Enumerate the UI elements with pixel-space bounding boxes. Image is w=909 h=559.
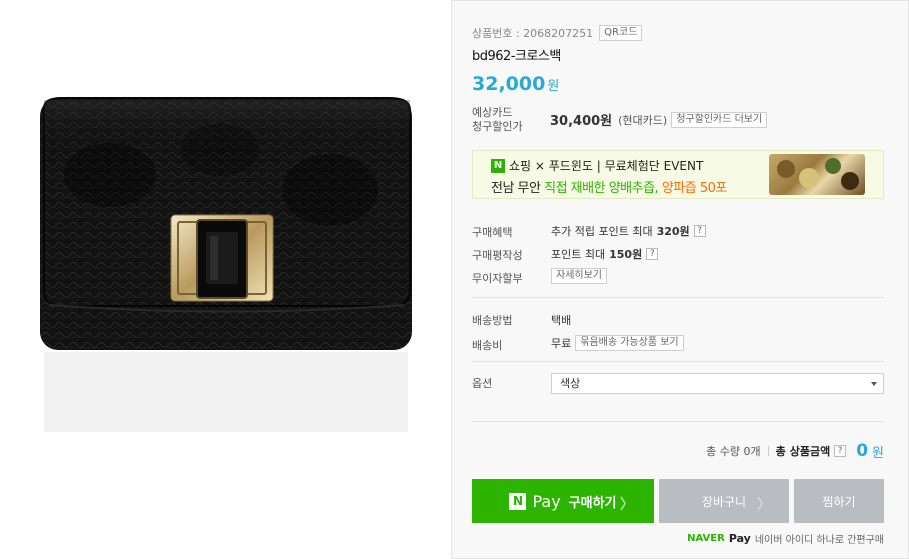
shipping-fee-text: 무료 [551, 337, 572, 350]
banner-line1-text: 쇼핑 × 푸드윈도 | 무료체험단 EVENT [509, 159, 704, 173]
installment-value: 자세히보기 [551, 268, 607, 284]
product-image[interactable] [0, 0, 452, 559]
pay-label: Pay [532, 491, 561, 511]
product-number: 상품번호 : 2068207251 [472, 27, 594, 40]
chevron-right-icon: 〉 [757, 497, 771, 513]
shipping-fee-value: 무료 묶음배송 가능상품 보기 [551, 335, 684, 351]
total-quantity: 총 수량 0개 [706, 445, 761, 458]
chevron-down-icon [871, 382, 877, 386]
option-select-value: 색상 [560, 377, 581, 390]
divider [472, 361, 884, 362]
option-select[interactable]: 색상 [551, 373, 884, 394]
option-label: 옵션 [472, 377, 493, 390]
naver-logo: NAVER [687, 533, 725, 544]
review-text: 포인트 최대 [551, 248, 606, 261]
chevron-right-icon: 〉 [620, 497, 634, 513]
banner-line2-c: 양파즙 50포 [661, 181, 728, 196]
shipping-method-label: 배송방법 [472, 314, 513, 327]
qr-code-button[interactable]: QR코드 [599, 25, 643, 41]
banner-line2-a: 전남 무안 [491, 181, 541, 196]
banner-line1: N 쇼핑 × 푸드윈도 | 무료체험단 EVENT [491, 157, 703, 174]
card-discount-row: 30,400원 (현대카드) 청구할인카드 더보기 [550, 110, 768, 129]
divider [472, 421, 884, 422]
pay-logo: Pay [728, 532, 751, 545]
naver-n-icon: N [509, 492, 527, 510]
total-amount: 0 [856, 441, 869, 461]
bundle-shipping-button[interactable]: 묶음배송 가능상품 보기 [575, 335, 684, 351]
purchase-benefit-amount: 320원 [656, 225, 690, 238]
product-name: bd962-크로스백 [472, 49, 561, 64]
naver-pay-buy-button[interactable]: N Pay 구매하기 〉 [472, 479, 654, 523]
help-icon[interactable]: ? [646, 248, 659, 260]
help-icon[interactable]: ? [693, 225, 706, 237]
review-value: 포인트 최대 150원 ? [551, 246, 659, 262]
buy-label: 구매하기 [568, 495, 617, 511]
card-discount-label: 예상카드 청구할인가 [472, 106, 523, 133]
review-label: 구매평작성 [472, 249, 523, 262]
product-number-row: 상품번호 : 2068207251 QR코드 [472, 25, 643, 41]
purchase-benefit-label: 구매혜택 [472, 226, 513, 239]
wish-label: 찜하기 [822, 494, 856, 509]
banner-line2: 전남 무안 직접 재배한 양배추즙, 양파즙 50포 [491, 177, 727, 196]
purchase-benefit-text: 추가 적립 포인트 최대 [551, 225, 653, 238]
product-image-panel [0, 0, 452, 559]
naver-pay-footer: NAVER Pay 네이버 아이디 하나로 간편구매 [687, 531, 884, 546]
banner-product-image [769, 154, 865, 195]
total-amount-unit: 원 [872, 445, 884, 461]
total-prefix: 총 [775, 445, 786, 458]
wishlist-button[interactable]: 찜하기 [794, 479, 884, 523]
installment-label: 무이자할부 [472, 272, 523, 285]
installment-detail-button[interactable]: 자세히보기 [551, 268, 607, 284]
shipping-fee-label: 배송비 [472, 339, 503, 352]
naver-pay-footer-text: 네이버 아이디 하나로 간편구매 [754, 535, 884, 546]
price-value: 32,000 [472, 73, 546, 95]
product-info-panel: 상품번호 : 2068207251 QR코드 bd962-크로스백 32,000… [452, 0, 909, 559]
banner-line2-b: 직접 재배한 양배추즙, [544, 181, 659, 196]
shipping-method-text: 택배 [551, 314, 572, 327]
naver-n-icon: N [491, 158, 505, 173]
total-label: 상품금액 [789, 445, 831, 458]
cart-label: 장바구니 [701, 494, 747, 509]
card-name: (현대카드) [618, 113, 668, 127]
shipping-method-value: 택배 [551, 312, 571, 328]
help-icon[interactable]: ? [834, 445, 847, 457]
card-discount-price: 30,400원 [550, 114, 613, 129]
review-amount: 150원 [609, 248, 643, 261]
price-unit: 원 [547, 79, 560, 94]
purchase-benefit-value: 추가 적립 포인트 최대 320원 ? [551, 223, 706, 239]
promo-banner[interactable]: N 쇼핑 × 푸드윈도 | 무료체험단 EVENT 전남 무안 직접 재배한 양… [472, 150, 884, 199]
total-row: 총 수량 0개 총 상품금액 ? 0 원 [706, 441, 884, 461]
divider [472, 297, 884, 298]
product-price: 32,000 원 [472, 73, 559, 95]
cart-button[interactable]: 장바구니 〉 [659, 479, 789, 523]
card-discount-more-button[interactable]: 청구할인카드 더보기 [671, 111, 768, 128]
total-divider [767, 446, 769, 456]
